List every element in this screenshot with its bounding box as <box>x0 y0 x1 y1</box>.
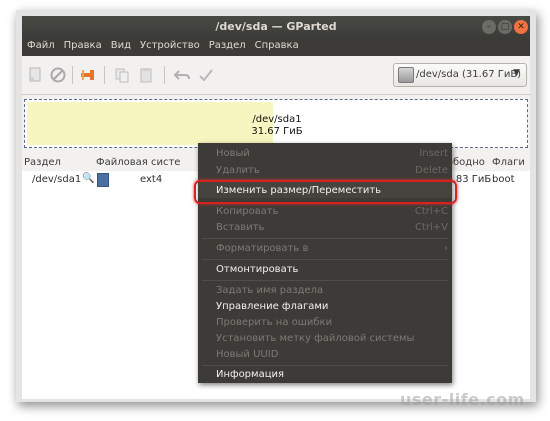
row-filesystem: ext4 <box>140 174 163 185</box>
undo-icon[interactable] <box>174 67 190 83</box>
menu-item-new[interactable]: Новый <box>216 148 250 159</box>
menu-separator <box>202 280 448 281</box>
menu-separator <box>202 365 448 366</box>
disk-partition-map[interactable]: /dev/sda1 31.67 ГиБ <box>24 99 528 148</box>
menu-item-paste[interactable]: Вставить <box>216 222 264 233</box>
partition-map-name: /dev/sda1 <box>252 114 302 125</box>
watermark-text: user-life.com <box>400 390 525 409</box>
toolbar: /dev/sda (31.67 ГиБ) ▼ <box>22 56 530 95</box>
new-partition-icon[interactable] <box>28 67 44 83</box>
delete-icon[interactable] <box>50 67 66 83</box>
menu-item-new-uuid[interactable]: Новый UUID <box>216 349 278 360</box>
menu-device[interactable]: Устройство <box>135 38 204 56</box>
toolbar-separator <box>72 66 73 84</box>
column-header-filesystem[interactable]: Файловая систе <box>96 157 180 168</box>
menu-bar: Файл Правка Вид Устройство Раздел Справк… <box>22 38 530 56</box>
menu-partition[interactable]: Раздел <box>204 38 250 56</box>
title-bar: /dev/sda — GParted – □ ✕ <box>22 16 530 38</box>
menu-item-format-to[interactable]: Форматировать в <box>216 243 308 254</box>
menu-item-unmount[interactable]: Отмонтировать <box>216 264 298 275</box>
menu-item-set-label[interactable]: Задать имя раздела <box>216 285 323 296</box>
resize-move-icon[interactable] <box>80 67 96 83</box>
column-header-partition[interactable]: Раздел <box>24 157 61 168</box>
maximize-icon[interactable]: □ <box>498 20 512 34</box>
shortcut-ctrl-v: Ctrl+V <box>414 222 448 233</box>
menu-item-manage-flags[interactable]: Управление флагами <box>216 301 328 312</box>
paste-icon[interactable] <box>138 67 154 83</box>
highlight-outline <box>194 180 457 204</box>
close-icon[interactable]: ✕ <box>514 20 528 34</box>
window-title: /dev/sda — GParted <box>215 20 337 33</box>
menu-item-copy[interactable]: Копировать <box>216 206 278 217</box>
row-flags: boot <box>492 174 515 185</box>
menu-edit[interactable]: Правка <box>59 38 106 56</box>
menu-item-set-fs-label[interactable]: Установить метку файловой системы <box>216 333 414 344</box>
partition-map-size: 31.67 ГиБ <box>251 126 303 137</box>
menu-view[interactable]: Вид <box>106 38 135 56</box>
hard-disk-icon <box>398 67 414 83</box>
filesystem-color-swatch <box>97 173 109 187</box>
menu-item-check[interactable]: Проверить на ошибки <box>216 317 332 328</box>
partition-context-menu: Новый Insert Удалить Delete Изменить раз… <box>198 143 452 383</box>
toolbar-separator <box>104 66 105 84</box>
menu-item-information[interactable]: Информация <box>216 369 284 380</box>
minimize-icon[interactable]: – <box>482 20 496 34</box>
shortcut-delete: Delete <box>415 165 448 176</box>
menu-file[interactable]: Файл <box>22 38 59 56</box>
menu-separator <box>202 238 448 239</box>
menu-separator <box>202 259 448 260</box>
menu-help[interactable]: Справка <box>250 38 303 56</box>
gparted-window: /dev/sda — GParted – □ ✕ Файл Правка Вид… <box>22 16 530 399</box>
shortcut-insert: Insert <box>419 148 448 159</box>
device-selector[interactable]: /dev/sda (31.67 ГиБ) ▼ <box>393 63 527 87</box>
menu-item-delete[interactable]: Удалить <box>216 165 260 176</box>
row-partition: /dev/sda1 <box>32 174 82 185</box>
apply-icon[interactable] <box>198 67 214 83</box>
copy-icon[interactable] <box>114 67 130 83</box>
chevron-down-icon: ▼ <box>513 68 520 78</box>
toolbar-separator <box>164 66 165 84</box>
submenu-arrow-icon: › <box>444 243 448 254</box>
shortcut-ctrl-c: Ctrl+C <box>414 206 448 217</box>
lock-icon: 🔍 <box>82 173 95 184</box>
column-header-flags[interactable]: Флаги <box>492 157 525 168</box>
device-selector-label: /dev/sda (31.67 ГиБ) <box>416 69 522 80</box>
